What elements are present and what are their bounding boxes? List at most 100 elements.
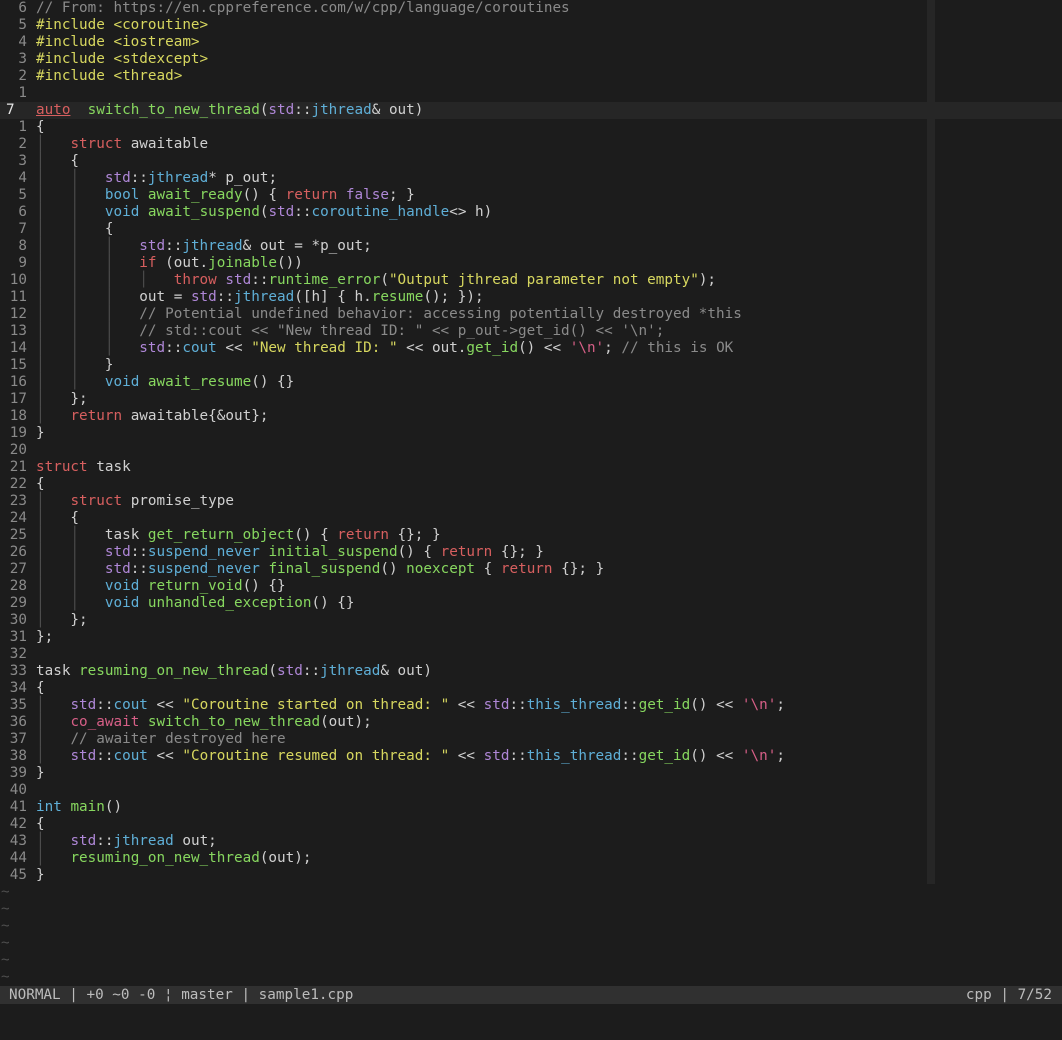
code-line[interactable]: 24 │ { <box>0 510 1062 527</box>
code-text: int main() <box>36 799 122 816</box>
line-number: 45 <box>9 867 27 883</box>
line-number: 4 <box>18 34 27 50</box>
line-number: 34 <box>9 680 27 696</box>
code-line[interactable]: 39} <box>0 765 1062 782</box>
code-line[interactable]: 27 │ │ std::suspend_never final_suspend()… <box>0 561 1062 578</box>
code-token: jthread <box>311 102 372 118</box>
code-line[interactable]: 3 #include <stdexcept> <box>0 51 1062 68</box>
empty-buffer-line: ~ <box>1 969 10 985</box>
code-line[interactable]: 6 │ │ void await_suspend(std::coroutine_h… <box>0 204 1062 221</box>
code-line[interactable]: 1 <box>0 85 1062 102</box>
code-line[interactable]: 1{ <box>0 119 1062 136</box>
code-token: │ <box>36 697 45 713</box>
code-line[interactable]: 17 │ }; <box>0 391 1062 408</box>
code-line[interactable]: 37 │ // awaiter destroyed here <box>0 731 1062 748</box>
code-token: std <box>277 663 303 679</box>
code-line[interactable]: 10 │ │ │ │ throw std::runtime_error("Outp… <box>0 272 1062 289</box>
code-line[interactable]: 3 │ { <box>0 153 1062 170</box>
code-line[interactable]: 13 │ │ │ // std::cout << "New thread ID: … <box>0 323 1062 340</box>
code-line[interactable]: 20 <box>0 442 1062 459</box>
code-line[interactable]: 31}; <box>0 629 1062 646</box>
code-line-current[interactable]: 7 auto switch_to_new_thread(std::jthread&… <box>0 102 1062 119</box>
line-number: 5 <box>18 187 27 203</box>
code-token: () <box>104 799 123 815</box>
code-line[interactable]: 5 │ │ bool await_ready() { return false; … <box>0 187 1062 204</box>
code-line[interactable]: 30 │ }; <box>0 612 1062 629</box>
code-token: final_suspend <box>268 561 381 577</box>
code-line[interactable]: 34 { <box>0 680 1062 697</box>
code-token: struct <box>70 493 123 509</box>
code-line[interactable]: 25 │ │ task get_return_object() { return … <box>0 527 1062 544</box>
code-token: │ │ <box>36 187 80 203</box>
code-token: │ │ │ │ <box>36 272 148 288</box>
code-token: │ <box>36 833 45 849</box>
line-number: 28 <box>9 578 27 594</box>
code-line[interactable]: 12 │ │ │ // Potential undefined behavior:… <box>0 306 1062 323</box>
code-token: << <box>147 697 183 713</box>
code-line[interactable]: 8 │ │ │ std::jthread& out = *p_out; <box>0 238 1062 255</box>
code-text: │ │ │ std::jthread& out = *p_out; <box>36 238 372 255</box>
code-line[interactable]: 44 │ resuming_on_new_thread(out); <box>0 850 1062 867</box>
code-token: │ <box>36 391 45 407</box>
code-token: () << <box>690 697 742 713</box>
code-line[interactable]: 14 │ │ │ std::cout << "New thread ID: " <… <box>0 340 1062 357</box>
code-line[interactable]: 7 │ │ { <box>0 221 1062 238</box>
code-line[interactable]: 45} <box>0 867 1062 884</box>
code-line[interactable]: 5 #include <coroutine> <box>0 17 1062 34</box>
status-bar: NORMAL | +0 ~0 -0 ¦ master | sample1.cpp… <box>0 986 1062 1004</box>
code-line[interactable]: 9 │ │ │ if (out.joinable()) <box>0 255 1062 272</box>
line-number: 22 <box>9 476 27 492</box>
git-diff-stats: +0 ~0 -0 <box>86 987 156 1003</box>
code-line[interactable]: 26 │ │ std::suspend_never initial_suspend… <box>0 544 1062 561</box>
code-line[interactable]: 33 task resuming_on_new_thread(std::jthre… <box>0 663 1062 680</box>
code-line[interactable]: 16 │ │ void await_resume() {} <box>0 374 1062 391</box>
line-number: 17 <box>9 391 27 407</box>
code-token: :: <box>96 697 114 713</box>
code-token: :: <box>621 697 639 713</box>
code-line[interactable]: 41 int main() <box>0 799 1062 816</box>
code-line[interactable]: 23 │ struct promise_type <box>0 493 1062 510</box>
code-line[interactable]: 21 struct task <box>0 459 1062 476</box>
code-token: return_void <box>147 578 243 594</box>
code-line[interactable]: 36 │ co_await switch_to_new_thread(out); <box>0 714 1062 731</box>
code-token: │ │ <box>36 170 80 186</box>
code-text: } <box>36 867 45 884</box>
code-line[interactable]: 18 │ return awaitable{&out}; <box>0 408 1062 425</box>
code-token: void <box>104 374 140 390</box>
code-line[interactable]: 43 │ std::jthread out; <box>0 833 1062 850</box>
code-token: () { <box>397 544 441 560</box>
code-line[interactable]: 2 #include <thread> <box>0 68 1062 85</box>
line-number: 13 <box>9 323 27 339</box>
code-line[interactable]: 29 │ │ void unhandled_exception() {} <box>0 595 1062 612</box>
code-text: │ │ task get_return_object() { return {}… <box>36 527 441 544</box>
code-token: } <box>79 357 114 373</box>
code-line[interactable]: 40 <box>0 782 1062 799</box>
code-token: void <box>104 578 140 594</box>
code-line[interactable]: 2 │ struct awaitable <box>0 136 1062 153</box>
code-line[interactable]: 15 │ │ } <box>0 357 1062 374</box>
code-line[interactable]: 19} <box>0 425 1062 442</box>
line-number: 3 <box>18 51 27 67</box>
code-line[interactable]: 28 │ │ void return_void() {} <box>0 578 1062 595</box>
code-editor[interactable]: 6 // From: https://en.cppreference.com/w/… <box>0 0 1062 986</box>
code-token: auto <box>36 102 71 118</box>
line-number: 41 <box>9 799 27 815</box>
code-line[interactable]: 42 { <box>0 816 1062 833</box>
code-token: :: <box>294 204 312 220</box>
code-token: & out) <box>371 102 424 118</box>
code-text: auto switch_to_new_thread(std::jthread& … <box>36 102 423 119</box>
code-line[interactable]: 6 // From: https://en.cppreference.com/w/… <box>0 0 1062 17</box>
code-line[interactable]: 11 │ │ │ out = std::jthread([h] { h.resum… <box>0 289 1062 306</box>
code-token: promise_type <box>122 493 234 509</box>
code-token: │ │ │ <box>36 238 114 254</box>
code-line[interactable]: 38 │ std::cout << "Coroutine resumed on t… <box>0 748 1062 765</box>
code-token: get_id <box>638 748 691 764</box>
code-line[interactable]: 4 │ │ std::jthread* p_out; <box>0 170 1062 187</box>
code-line[interactable]: 35 │ std::cout << "Coroutine started on t… <box>0 697 1062 714</box>
code-line[interactable]: 4 #include <iostream> <box>0 34 1062 51</box>
code-line[interactable]: 22 { <box>0 476 1062 493</box>
code-line[interactable]: 32 <box>0 646 1062 663</box>
code-token: { <box>36 816 45 832</box>
